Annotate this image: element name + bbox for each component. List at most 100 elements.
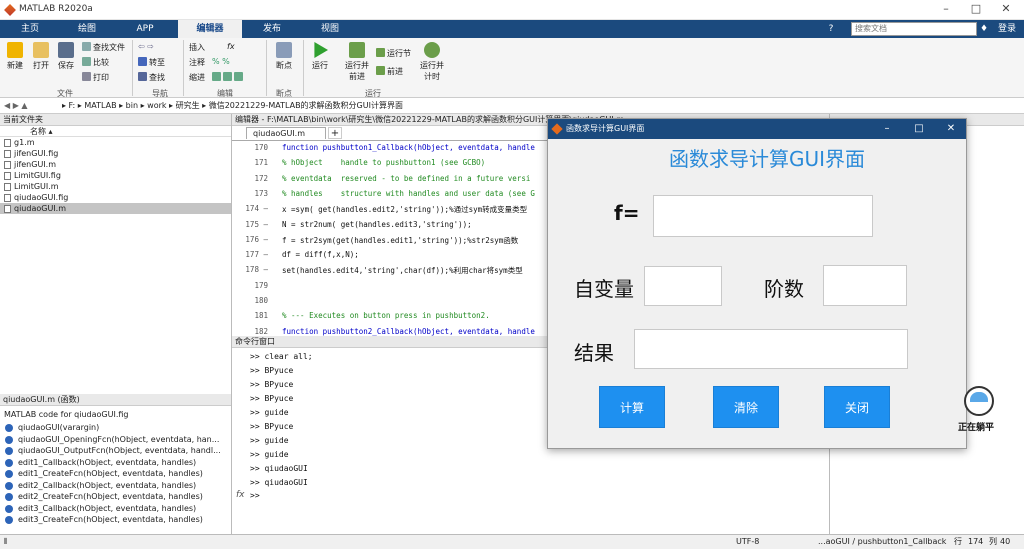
file-name: g1.m — [14, 138, 35, 147]
code-line[interactable]: function pushbutton2_Callback(hObject, e… — [282, 327, 535, 336]
comment-label: 注释 — [189, 58, 205, 67]
clear-button[interactable]: 清除 — [713, 386, 779, 428]
name-column-header[interactable]: 名称 ▴ — [0, 126, 231, 137]
address-bar[interactable]: ◀ ▶ ▲ ▸ F: ▸ MATLAB ▸ bin ▸ work ▸ 研究生 ▸… — [0, 98, 1024, 114]
breakpoints-button[interactable]: 断点 — [272, 42, 296, 71]
line-number: 181 — [254, 311, 268, 321]
code-line[interactable]: df = diff(f,x,N); — [282, 250, 359, 259]
function-item[interactable]: edit1_Callback(hObject, eventdata, handl… — [0, 457, 232, 469]
compare-button[interactable]: 比较 — [82, 57, 109, 68]
stopwatch-icon — [424, 42, 440, 58]
calculate-button[interactable]: 计算 — [599, 386, 665, 428]
line-number: 174 – — [245, 204, 268, 214]
file-limitgui-m[interactable]: LimitGUI.m — [0, 181, 231, 192]
maximize-button[interactable]: □ — [964, 2, 988, 15]
code-line[interactable]: set(handles.edit4,'string',char(df));%利用… — [282, 265, 523, 276]
gui-minimize-button[interactable]: – — [872, 119, 902, 139]
function-item[interactable]: edit3_Callback(hObject, eventdata, handl… — [0, 503, 232, 515]
code-line[interactable]: f = str2sym(get(handles.edit1,'string'))… — [282, 235, 518, 246]
help-icon[interactable]: ? — [824, 20, 838, 38]
percent-comment-icon[interactable]: % % — [212, 57, 230, 66]
search-input[interactable]: 搜索文档 — [851, 22, 977, 36]
advance-button[interactable]: 前进 — [376, 66, 403, 77]
nav-arrows-icon[interactable]: ◀ ▶ ▲ — [4, 98, 28, 113]
command-prompt[interactable]: >> — [250, 491, 260, 500]
variable-input[interactable] — [644, 266, 722, 306]
code-line[interactable]: function pushbutton1_Callback(hObject, e… — [282, 143, 535, 152]
divider — [183, 40, 184, 96]
file-qiudaogui-fig[interactable]: qiudaoGUI.fig — [0, 192, 231, 203]
tab-apps[interactable]: APP — [122, 20, 168, 38]
add-tab-button[interactable]: + — [328, 127, 342, 139]
gui-close-button[interactable]: ✕ — [936, 119, 966, 139]
code-line[interactable]: x =sym( get(handles.edit2,'string'));%通过… — [282, 204, 527, 215]
function-icon — [5, 504, 13, 513]
code-line[interactable]: % hObject handle to pushbutton1 (see GCB… — [282, 158, 485, 167]
tab-home[interactable]: 主页 — [8, 20, 52, 38]
indent-icons[interactable] — [212, 72, 245, 82]
code-line[interactable]: % eventdata reserved - to be defined in … — [282, 174, 530, 183]
function-item[interactable]: edit2_Callback(hObject, eventdata, handl… — [0, 480, 232, 492]
find-button[interactable]: 查找 — [138, 72, 165, 83]
function-item[interactable]: qiudaoGUI(varargin) — [0, 422, 232, 434]
run-section-button[interactable]: 运行节 — [376, 48, 411, 59]
search-icon[interactable]: ⌕ — [966, 20, 978, 38]
function-icon — [5, 481, 13, 490]
run-button[interactable]: 运行 — [308, 42, 332, 71]
editor-tab-qiudaogui[interactable]: qiudaoGUI.m — [246, 127, 326, 139]
save-button[interactable]: 保存 — [55, 42, 77, 71]
close-gui-button[interactable]: 关闭 — [824, 386, 890, 428]
current-path[interactable]: ▸ F: ▸ MATLAB ▸ bin ▸ work ▸ 研究生 ▸ 微信202… — [62, 98, 403, 113]
file-qiudaogui-m[interactable]: qiudaoGUI.m — [0, 203, 231, 214]
print-button[interactable]: 打印 — [82, 72, 109, 83]
close-button[interactable]: ✕ — [994, 2, 1018, 15]
function-item[interactable]: edit2_CreateFcn(hObject, eventdata, hand… — [0, 491, 232, 503]
function-item[interactable]: qiudaoGUI_OutputFcn(hObject, eventdata, … — [0, 445, 232, 457]
gui-maximize-button[interactable]: □ — [904, 119, 934, 139]
command-history-line: >> guide — [250, 436, 289, 445]
notification-icon[interactable]: ♦ — [980, 20, 988, 38]
function-icon — [5, 470, 13, 478]
result-output[interactable] — [634, 329, 908, 369]
run-time-button[interactable]: 运行并计时 — [418, 42, 446, 82]
file-jifengui-m[interactable]: jifenGUI.m — [0, 159, 231, 170]
ribbon-tabs: 主页 绘图 APP 编辑器 发布 视图 ? 搜索文档 ⌕ ♦ 登录 — [0, 20, 1024, 38]
order-label: 阶数 — [764, 277, 804, 301]
minimize-button[interactable]: – — [934, 2, 958, 15]
comment-button[interactable]: 注释 — [189, 57, 205, 68]
file-name: LimitGUI.fig — [14, 171, 61, 180]
function-list: qiudaoGUI(varargin) qiudaoGUI_OpeningFcn… — [0, 422, 232, 526]
app-titlebar: MATLAB R2020a – □ ✕ — [0, 0, 1024, 20]
tab-publish[interactable]: 发布 — [248, 20, 296, 38]
file-jifengui-fig[interactable]: jifenGUI.fig — [0, 148, 231, 159]
tab-editor[interactable]: 编辑器 — [178, 20, 242, 38]
code-line[interactable]: % handles structure with handles and use… — [282, 189, 535, 198]
fx-icon: fx — [236, 490, 245, 500]
open-button[interactable]: 打开 — [30, 42, 52, 71]
file-list: g1.m jifenGUI.fig jifenGUI.m LimitGUI.fi… — [0, 137, 231, 214]
order-input[interactable] — [823, 265, 907, 306]
login-link[interactable]: 登录 — [996, 20, 1018, 38]
find-files-button[interactable]: 查找文件 — [82, 42, 125, 53]
function-item[interactable]: edit1_CreateFcn(hObject, eventdata, hand… — [0, 468, 232, 480]
file-g1-m[interactable]: g1.m — [0, 137, 231, 148]
back-forward-icon[interactable]: ⇦ ⇨ — [138, 42, 154, 51]
file-limitgui-fig[interactable]: LimitGUI.fig — [0, 170, 231, 181]
fx-button[interactable]: fx — [227, 42, 235, 51]
tab-view[interactable]: 视图 — [306, 20, 354, 38]
goto-button[interactable]: 转至 — [138, 57, 165, 68]
sticker-decoration: 正在躺平 — [948, 382, 1008, 438]
function-item[interactable]: edit3_CreateFcn(hObject, eventdata, hand… — [0, 514, 232, 526]
indent-button[interactable]: 缩进 — [189, 72, 205, 83]
insert-button[interactable]: 插入 — [189, 42, 205, 53]
line-number: 175 – — [245, 219, 268, 229]
function-icon — [5, 447, 13, 455]
f-input[interactable] — [653, 195, 873, 237]
new-button[interactable]: 新建 — [4, 42, 26, 71]
code-line[interactable]: % --- Executes on button press in pushbu… — [282, 311, 490, 320]
code-line[interactable]: N = str2num( get(handles.edit3,'string')… — [282, 220, 472, 229]
run-advance-button[interactable]: 运行并前进 — [342, 42, 372, 82]
function-item[interactable]: qiudaoGUI_OpeningFcn(hObject, eventdata,… — [0, 434, 232, 446]
command-history-line: >> BPyuce — [250, 366, 294, 375]
tab-plots[interactable]: 绘图 — [64, 20, 110, 38]
